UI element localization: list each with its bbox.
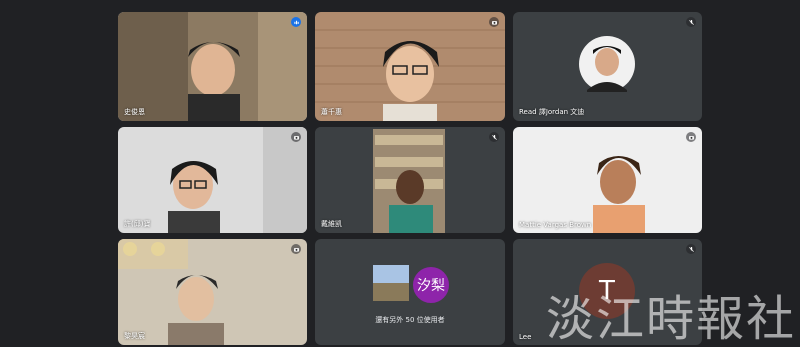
video-feed: [513, 127, 702, 233]
speaking-indicator-icon: [291, 17, 301, 27]
video-feed: [118, 12, 307, 121]
avatar: [579, 36, 635, 92]
participant-tile[interactable]: 許(邱)寶: [118, 127, 307, 233]
participant-name: Lee: [519, 333, 532, 341]
camera-icon: [291, 244, 301, 254]
participant-tile[interactable]: 黎昊宸: [118, 239, 307, 345]
participant-tile[interactable]: Read 譯Jordan 文迪: [513, 12, 702, 121]
video-feed: [118, 239, 307, 345]
avatar: [373, 265, 409, 301]
others-count-label: 還有另外 50 位使用者: [375, 316, 445, 324]
participant-tile[interactable]: 蕭千惠: [315, 12, 505, 121]
participant-name: Mattie Vargas Brown: [519, 221, 592, 229]
participant-name: 戴維凯: [321, 220, 342, 228]
participant-name: 黎昊宸: [124, 332, 145, 340]
mic-muted-icon: [489, 132, 499, 142]
camera-icon: [686, 132, 696, 142]
video-feed: [315, 127, 505, 233]
camera-icon: [291, 132, 301, 142]
avatar-letter: 汐梨: [411, 265, 451, 305]
watermark: 淡江時報社: [545, 291, 796, 347]
video-feed: [118, 127, 307, 233]
participant-tile[interactable]: 史俊恩: [118, 12, 307, 121]
participant-tile[interactable]: 戴維凯: [315, 127, 505, 233]
mic-muted-icon: [686, 17, 696, 27]
others-tile[interactable]: 汐梨 還有另外 50 位使用者: [315, 239, 505, 345]
participant-name: Read 譯Jordan 文迪: [519, 108, 585, 116]
video-feed: [315, 12, 505, 121]
participant-name: 許(邱)寶: [124, 220, 151, 228]
participant-tile[interactable]: Mattie Vargas Brown: [513, 127, 702, 233]
participant-name: 蕭千惠: [321, 108, 342, 116]
mic-muted-icon: [686, 244, 696, 254]
camera-icon: [489, 17, 499, 27]
meeting-stage: 史俊恩 蕭千惠 Read 譯Jordan 文迪 許(邱)寶 戴維凯 Mattie…: [0, 0, 800, 347]
participant-name: 史俊恩: [124, 108, 145, 116]
